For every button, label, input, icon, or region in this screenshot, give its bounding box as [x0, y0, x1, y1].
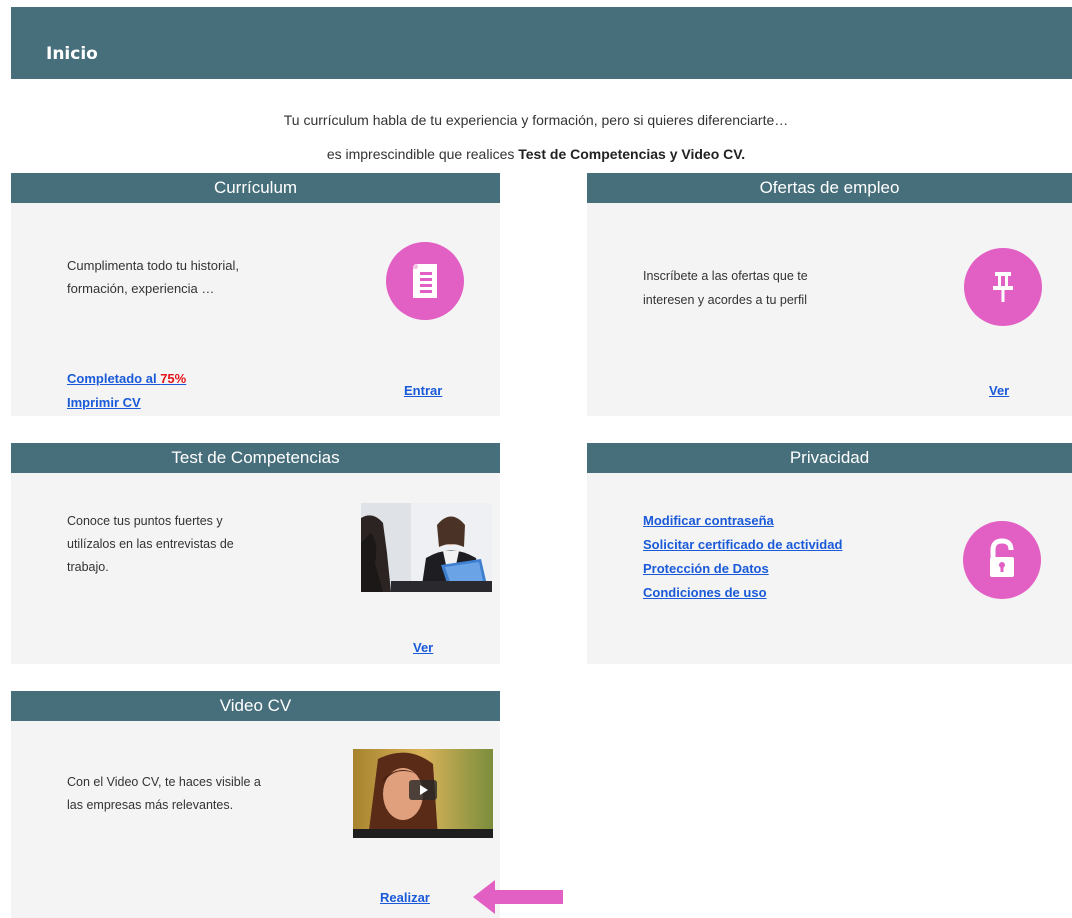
curriculum-text-line-1: Cumplimenta todo tu historial,: [67, 258, 239, 273]
job-offers-description: Inscríbete a las ofertas que te interese…: [643, 264, 808, 312]
curriculum-card-title: Currículum: [11, 173, 500, 203]
terms-of-use-link[interactable]: Condiciones de uso: [643, 585, 767, 600]
video-cv-description: Con el Video CV, te haces visible a las …: [67, 771, 261, 817]
curriculum-card: Currículum Cumplimenta todo tu historial…: [11, 173, 500, 416]
view-offers-link[interactable]: Ver: [989, 383, 1009, 398]
competency-test-card-title: Test de Competencias: [11, 443, 500, 473]
print-cv-link[interactable]: Imprimir CV: [67, 395, 141, 410]
intro-line-1: Tu currículum habla de tu experiencia y …: [283, 112, 789, 128]
view-test-link[interactable]: Ver: [413, 640, 433, 655]
data-protection-link[interactable]: Protección de Datos: [643, 561, 769, 576]
unlock-icon: [963, 521, 1041, 599]
page-title: Inicio: [46, 44, 98, 64]
change-password-link[interactable]: Modificar contraseña: [643, 513, 774, 528]
video-cv-card-title: Video CV: [11, 691, 500, 721]
intro-line-2: es imprescindible que realices Test de C…: [0, 146, 1072, 162]
video-text-line-2: las empresas más relevantes.: [67, 798, 234, 812]
competency-test-description: Conoce tus puntos fuertes y utilízalos e…: [67, 510, 234, 579]
curriculum-description: Cumplimenta todo tu historial, formación…: [67, 254, 239, 300]
job-offers-card-title: Ofertas de empleo: [587, 173, 1072, 203]
job-offers-card: Ofertas de empleo Inscríbete a las ofert…: [587, 173, 1072, 416]
enter-curriculum-link[interactable]: Entrar: [404, 383, 442, 398]
privacy-card-title: Privacidad: [587, 443, 1072, 473]
video-text-line-1: Con el Video CV, te haces visible a: [67, 775, 261, 789]
play-icon[interactable]: [409, 780, 437, 800]
competency-text-line-3: trabajo.: [67, 560, 109, 574]
privacy-card: Privacidad Modificar contraseña Solicita…: [587, 443, 1072, 664]
video-cv-card: Video CV Con el Video CV, te haces visib…: [11, 691, 500, 918]
completion-link[interactable]: Completado al 75%: [67, 371, 186, 386]
completion-label: Completado al: [67, 371, 161, 386]
competency-text-line-2: utilízalos en las entrevistas de: [67, 537, 234, 551]
job-offers-text-line-1: Inscríbete a las ofertas que te: [643, 269, 808, 283]
request-certificate-link[interactable]: Solicitar certificado de actividad: [643, 537, 842, 552]
video-thumbnail[interactable]: [353, 749, 493, 838]
start-video-cv-link[interactable]: Realizar: [380, 890, 430, 905]
job-offers-text-line-2: interesen y acordes a tu perfil: [643, 293, 807, 307]
curriculum-text-line-2: formación, experiencia …: [67, 281, 215, 296]
completion-percent: 75%: [160, 371, 187, 386]
competency-text-line-1: Conoce tus puntos fuertes y: [67, 514, 223, 528]
document-icon: [386, 242, 464, 320]
intro-line-2-bold: Test de Competencias y Video CV.: [518, 146, 746, 162]
top-header-bar: Inicio: [11, 7, 1072, 79]
pushpin-icon: [964, 248, 1042, 326]
interview-photo: [361, 503, 492, 592]
intro-line-2-prefix: es imprescindible que realices: [326, 146, 519, 162]
arrow-pointer-icon: [473, 880, 563, 914]
competency-test-card: Test de Competencias Conoce tus puntos f…: [11, 443, 500, 664]
